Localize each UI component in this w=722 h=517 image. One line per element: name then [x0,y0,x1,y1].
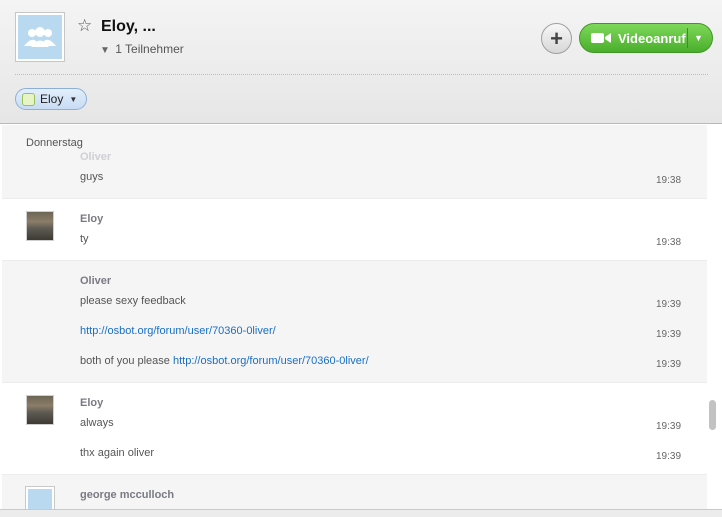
chevron-down-icon[interactable]: ▼ [694,33,703,43]
chevron-down-icon: ▼ [69,94,78,104]
plus-icon: + [550,25,563,51]
message-time: 19:39 [656,421,682,432]
contact-status-icon [22,92,35,106]
conversation-title[interactable]: Eloy, ... [101,18,156,36]
video-camera-icon [591,32,611,44]
message-text-prefix: both of you please [80,355,173,367]
avatar[interactable] [26,211,54,241]
message-time: 19:39 [656,359,682,370]
avatar[interactable] [26,395,54,425]
message-text: guys [80,171,104,183]
group-avatar-icon[interactable] [16,13,64,61]
video-call-label: Videoanruf [618,30,686,46]
message-group: Eloy ty 19:38 [2,199,707,261]
message-group: george mcculloch [2,475,707,510]
header-divider [15,74,708,75]
message-text: thx again oliver [80,447,154,459]
sender-name: Eloy [80,213,104,225]
message-input-area[interactable] [0,509,722,517]
contact-chip[interactable]: Eloy ▼ [15,88,88,110]
contact-chip-label: Eloy [40,92,64,106]
triangle-down-icon: ▼ [100,45,110,56]
add-participant-button[interactable]: + [541,23,572,54]
message-time: 19:39 [656,451,682,462]
sender-name: Eloy [80,397,104,409]
star-icon[interactable]: ☆ [77,17,92,34]
chat-scrollbar[interactable] [709,400,716,430]
message-group: Oliver please sexy feedback 19:39 http:/… [2,261,707,383]
button-separator [687,28,688,48]
avatar[interactable] [26,487,54,510]
chat-history[interactable]: Donnerstag Oliver guys 19:38 Eloy ty 19:… [2,125,707,510]
message-text: http://osbot.org/forum/user/70360-0liver… [80,325,276,337]
message-group: Eloy always 19:39 thx again oliver 19:39 [2,383,707,475]
participants-count: 1 Teilnehmer [115,42,184,56]
message-group: Oliver guys 19:38 [2,125,707,199]
sender-name: george mcculloch [80,489,175,501]
message-text: please sexy feedback [80,295,186,307]
message-link[interactable]: http://osbot.org/forum/user/70360-0liver… [80,325,276,337]
message-text: ty [80,233,89,245]
video-call-button[interactable]: Videoanruf ▼ [579,23,713,53]
message-time: 19:38 [656,175,682,186]
conversation-header: ☆ Eloy, ... ▼ 1 Teilnehmer + Videoanruf … [0,0,722,124]
message-link[interactable]: http://osbot.org/forum/user/70360-0liver… [173,355,369,367]
message-text: both of you please http://osbot.org/foru… [80,355,369,367]
sender-name: Oliver [80,275,112,287]
message-time: 19:39 [656,299,682,310]
sender-name: Oliver [80,151,112,163]
message-text: always [80,417,114,429]
message-time: 19:39 [656,329,682,340]
day-separator: Donnerstag [26,137,83,149]
message-time: 19:38 [656,237,682,248]
participants-toggle[interactable]: ▼ 1 Teilnehmer [100,42,184,56]
